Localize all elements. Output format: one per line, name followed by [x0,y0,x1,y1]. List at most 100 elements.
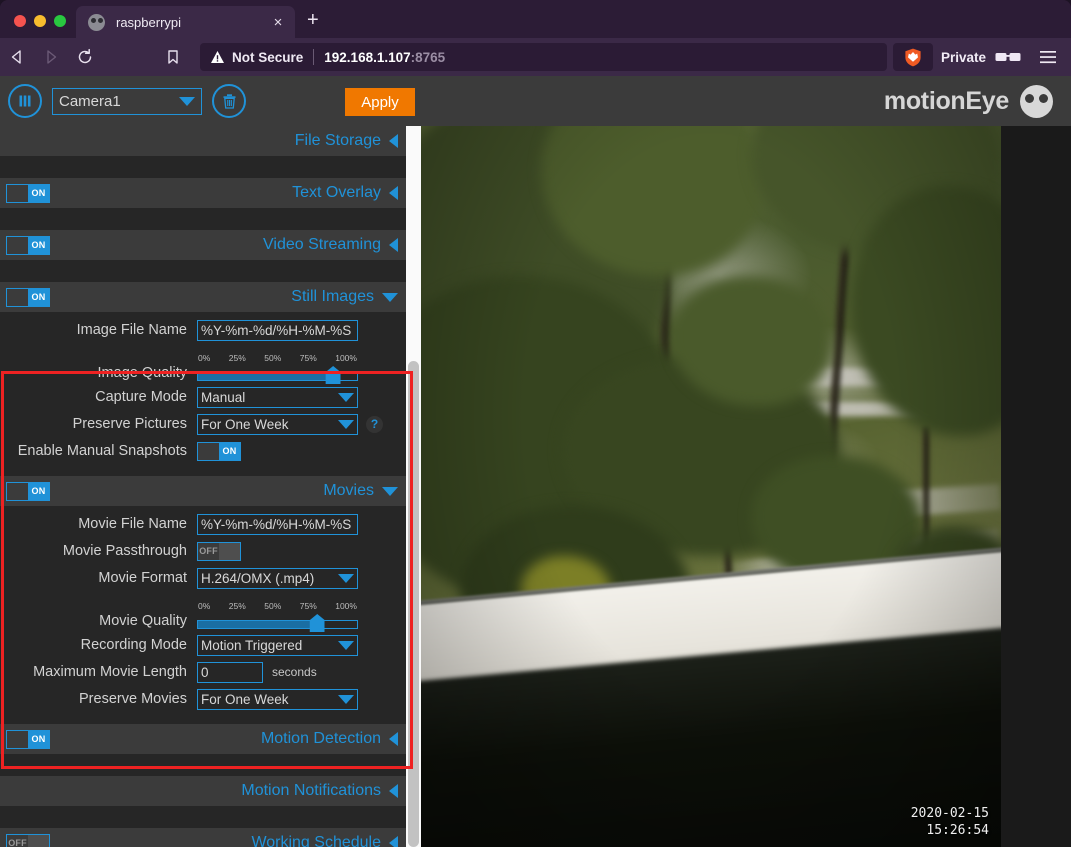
image-file-name-input[interactable]: %Y-%m-%d/%H-%M-%S [197,319,358,341]
toggle-text-overlay[interactable]: ON [6,183,50,203]
field-preserve-movies: Preserve Movies For One Week [0,687,406,711]
capture-mode-select[interactable]: Manual [197,386,358,408]
slider-handle[interactable] [309,614,325,632]
timestamp-overlay: 2020-02-15 15:26:54 [911,805,989,839]
toggle-motion-detection[interactable]: ON [6,729,50,749]
slider-tick: 100% [335,353,357,363]
panel-still-images: Image File Name %Y-%m-%d/%H-%M-%S Image … [0,312,406,476]
slider-tick: 0% [198,601,211,611]
section-header-video-streaming[interactable]: ON Video Streaming [0,230,406,260]
preserve-movies-select[interactable]: For One Week [197,688,358,710]
toggle-working-schedule[interactable]: OFF [6,833,50,847]
field-label: Movie File Name [78,516,187,532]
chevron-down-icon [338,694,354,704]
new-tab-button[interactable]: + [295,10,329,38]
toggle-movies[interactable]: ON [6,481,50,501]
reload-icon[interactable] [68,38,102,76]
owl-icon [1020,84,1053,118]
toggle-label: ON [28,482,49,500]
browser-tab[interactable]: raspberrypi × [76,6,295,38]
slider-tick: 50% [264,601,282,611]
section-header-movies[interactable]: ON Movies [0,476,406,506]
scrollbar-thumb[interactable] [408,361,419,847]
toggle-knob [219,542,240,560]
forward-arrow-icon[interactable] [34,38,68,76]
select-value: Manual [201,389,246,405]
panel-movies: Movie File Name %Y-%m-%d/%H-%M-%S Movie … [0,506,406,724]
close-icon[interactable]: × [269,15,287,30]
field-image-file-name: Image File Name %Y-%m-%d/%H-%M-%S [0,318,406,342]
timestamp-time: 15:26:54 [926,823,989,838]
arrow-left-icon [389,732,398,746]
field-enable-manual-snapshots: Enable Manual Snapshots ON [0,439,406,463]
section-header-file-storage[interactable]: File Storage [0,126,406,156]
chevron-down-icon [338,419,354,429]
toggle-label: ON [28,184,49,202]
slider-handle[interactable] [325,366,341,384]
minimize-window-button[interactable] [34,15,46,27]
security-indicator[interactable]: Not Secure [210,50,303,65]
url-bar[interactable]: Not Secure 192.168.1.107 :8765 [200,43,887,71]
hamburger-menu-icon[interactable] [1033,38,1063,76]
trash-icon[interactable] [212,84,246,118]
section-header-still-images[interactable]: ON Still Images [0,282,406,312]
tab-title: raspberrypi [116,14,182,30]
section-title: File Storage [294,132,381,149]
section-spacer [0,754,406,776]
sidebar-scrollbar[interactable] [406,126,421,847]
movie-format-select[interactable]: H.264/OMX (.mp4) [197,567,358,589]
brave-shield-button[interactable] [892,43,933,71]
timestamp-date: 2020-02-15 [910,806,989,821]
section-header-working-schedule[interactable]: OFF Working Schedule [0,828,406,847]
close-window-button[interactable] [14,15,26,27]
movie-quality-slider[interactable]: 0% 25% 50% 75% 100% [197,599,358,632]
toggle-knob [7,730,28,748]
section-header-motion-notifications[interactable]: Motion Notifications [0,776,406,806]
field-label: Image File Name [76,322,187,338]
select-value: For One Week [201,691,289,707]
toggle-video-streaming[interactable]: ON [6,235,50,255]
arrow-left-icon [389,186,398,200]
recording-mode-select[interactable]: Motion Triggered [197,634,358,656]
toggle-enable-manual-snapshots[interactable]: ON [197,441,241,461]
maximum-movie-length-input[interactable]: 0 [197,661,263,683]
window-traffic-lights [0,15,76,38]
image-quality-slider[interactable]: 0% 25% 50% 75% 100% [197,351,358,384]
brave-shield-icon [905,48,921,66]
toggle-movie-passthrough[interactable]: OFF [197,541,241,561]
field-label: Preserve Pictures [72,416,187,432]
back-arrow-icon[interactable] [0,38,34,76]
toggle-label: ON [28,236,49,254]
bookmark-icon[interactable] [156,38,190,76]
apply-button[interactable]: Apply [345,88,415,116]
unit-label: seconds [272,665,317,679]
owl-icon [88,13,105,31]
slider-track [197,614,358,632]
sunglasses-icon [995,52,1021,61]
toggle-label: ON [28,730,49,748]
maximize-window-button[interactable] [54,15,66,27]
field-preserve-pictures: Preserve Pictures For One Week ? [0,412,406,436]
section-title: Still Images [291,288,374,305]
page-content: Camera1 Apply motionEye File Storage ON … [0,76,1071,847]
toggle-knob [28,834,49,847]
toggle-knob [198,442,219,460]
section-header-text-overlay[interactable]: ON Text Overlay [0,178,406,208]
toggle-still-images[interactable]: ON [6,287,50,307]
arrow-left-icon [389,134,398,148]
camera-select[interactable]: Camera1 [52,87,202,115]
field-label: Movie Format [98,570,187,586]
camera-feed[interactable]: 2020-02-15 15:26:54 [421,126,1071,847]
browser-window: raspberrypi × + Not Secure 192.168.1.107… [0,0,1071,847]
section-spacer [0,208,406,230]
select-value: For One Week [201,416,289,432]
field-label: Preserve Movies [79,691,187,707]
settings-sidebar[interactable]: File Storage ON Text Overlay ON Video St… [0,126,406,847]
preserve-pictures-select[interactable]: For One Week [197,413,358,435]
panel-bars-icon[interactable] [8,84,42,118]
help-icon[interactable]: ? [366,415,383,433]
movie-file-name-input[interactable]: %Y-%m-%d/%H-%M-%S [197,513,358,535]
section-header-motion-detection[interactable]: ON Motion Detection [0,724,406,754]
field-movie-quality: Movie Quality 0% 25% 50% 75% 100% [0,593,406,632]
app-logo: motionEye [884,76,1053,126]
